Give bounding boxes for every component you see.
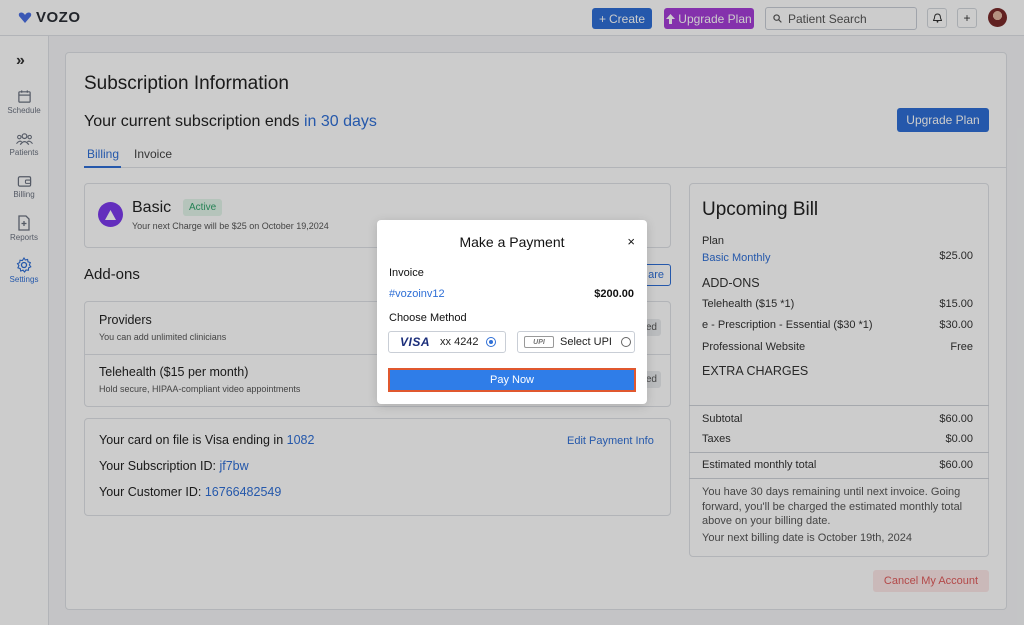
pay-now-button[interactable]: Pay Now bbox=[388, 368, 636, 392]
upi-text: Select UPI bbox=[560, 336, 612, 348]
invoice-id[interactable]: #vozoinv12 bbox=[389, 288, 445, 300]
upi-method-option[interactable]: UPI Select UPI bbox=[517, 331, 635, 353]
visa-radio[interactable] bbox=[485, 337, 496, 347]
visa-method-option[interactable]: VISA xx 4242 bbox=[388, 331, 506, 353]
visa-logo-icon: VISA bbox=[400, 335, 431, 349]
upi-logo-icon: UPI bbox=[524, 336, 554, 348]
visa-card-text: xx 4242 bbox=[440, 336, 479, 348]
upi-radio[interactable] bbox=[620, 337, 631, 347]
invoice-label: Invoice bbox=[389, 267, 424, 279]
invoice-amount: $200.00 bbox=[594, 288, 634, 300]
payment-modal: Make a Payment × Invoice #vozoinv12 $200… bbox=[377, 220, 647, 404]
close-icon[interactable]: × bbox=[627, 234, 635, 249]
modal-title: Make a Payment bbox=[459, 234, 565, 250]
choose-method-label: Choose Method bbox=[389, 312, 467, 324]
